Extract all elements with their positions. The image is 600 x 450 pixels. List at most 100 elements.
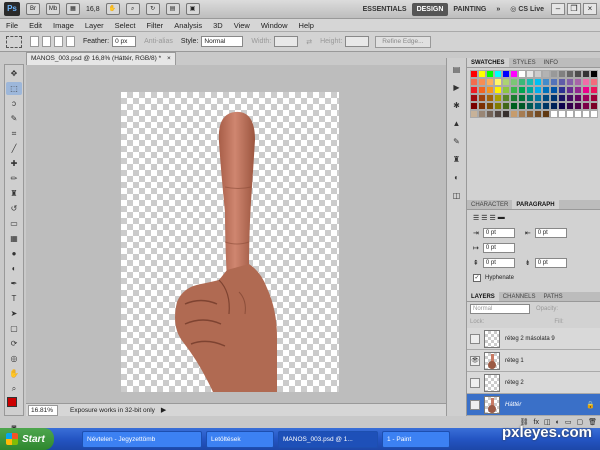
swatch[interactable] — [502, 78, 510, 86]
cs-live-button[interactable]: ◎ CS Live — [505, 2, 549, 16]
swatch[interactable] — [510, 86, 518, 94]
swap-icon[interactable]: ⇄ — [306, 38, 312, 46]
swatch[interactable] — [510, 70, 518, 78]
swatch[interactable] — [550, 110, 558, 118]
height-input[interactable] — [345, 36, 370, 47]
swatch[interactable] — [550, 102, 558, 110]
menu-help[interactable]: Help — [299, 21, 314, 30]
swatch[interactable] — [470, 110, 478, 118]
menu-edit[interactable]: Edit — [29, 21, 42, 30]
swatch[interactable] — [518, 70, 526, 78]
swatch[interactable] — [574, 94, 582, 102]
navigator-panel-icon[interactable]: ✱ — [450, 100, 464, 112]
brushes-panel-icon[interactable]: ✎ — [450, 136, 464, 148]
brush-tool-icon[interactable]: ✏ — [6, 172, 22, 185]
zoom-tool-icon[interactable]: ⌕ — [6, 382, 22, 395]
restore-button[interactable]: ❐ — [567, 3, 581, 15]
swatch[interactable] — [550, 94, 558, 102]
crop-tool-icon[interactable]: ⌗ — [6, 127, 22, 140]
menu-3d[interactable]: 3D — [213, 21, 223, 30]
left-indent-input[interactable]: 0 pt — [482, 227, 515, 238]
swatch[interactable] — [478, 70, 486, 78]
swatch[interactable] — [526, 110, 534, 118]
layer-row[interactable]: réteg 2 — [467, 372, 600, 394]
close-button[interactable]: × — [583, 3, 597, 15]
menu-window[interactable]: Window — [261, 21, 288, 30]
tab-styles[interactable]: STYLES — [509, 58, 540, 67]
swatch[interactable] — [590, 102, 598, 110]
history-panel-icon[interactable]: ▤ — [450, 64, 464, 76]
layer-row[interactable]: 👁 réteg 1 — [467, 350, 600, 372]
tab-layers[interactable]: LAYERS — [467, 292, 499, 301]
adjustments-panel-icon[interactable]: ◐ — [450, 172, 464, 184]
swatch[interactable] — [494, 86, 502, 94]
actions-panel-icon[interactable]: ▶ — [450, 82, 464, 94]
arrange-documents-icon[interactable]: ▤ — [165, 3, 180, 15]
clone-stamp-tool-icon[interactable]: ♜ — [6, 187, 22, 200]
layer-visibility-icon[interactable]: 👁 — [470, 355, 480, 366]
selection-add-icon[interactable] — [42, 36, 51, 47]
document-canvas[interactable] — [121, 92, 339, 392]
quick-select-tool-icon[interactable]: ✎ — [6, 112, 22, 125]
swatch[interactable] — [510, 94, 518, 102]
swatch[interactable] — [518, 94, 526, 102]
swatch[interactable] — [494, 70, 502, 78]
swatch[interactable] — [574, 110, 582, 118]
rotate-view-icon[interactable]: ↻ — [145, 3, 160, 15]
swatch[interactable] — [566, 70, 574, 78]
swatch[interactable] — [566, 102, 574, 110]
antialias-checkbox[interactable]: Anti-alias — [144, 38, 173, 45]
tab-character[interactable]: CHARACTER — [467, 200, 512, 209]
tab-paragraph[interactable]: PARAGRAPH — [512, 200, 559, 209]
minimize-button[interactable]: – — [551, 3, 565, 15]
width-input[interactable] — [274, 36, 299, 47]
swatch[interactable] — [550, 86, 558, 94]
space-before-input[interactable]: 0 pt — [482, 257, 515, 268]
lasso-tool-icon[interactable]: ↄ — [6, 97, 22, 110]
refine-edge-button[interactable]: Refine Edge... — [375, 35, 431, 48]
swatch[interactable] — [486, 94, 494, 102]
swatch[interactable] — [558, 102, 566, 110]
swatch[interactable] — [510, 78, 518, 86]
tab-info[interactable]: INFO — [540, 58, 562, 67]
swatch[interactable] — [582, 102, 590, 110]
swatch[interactable] — [582, 94, 590, 102]
swatch[interactable] — [494, 94, 502, 102]
marquee-preset-icon[interactable] — [6, 35, 22, 48]
swatch[interactable] — [470, 78, 478, 86]
screen-mode-icon[interactable]: ▣ — [185, 3, 200, 15]
swatch[interactable] — [534, 94, 542, 102]
swatch[interactable] — [566, 86, 574, 94]
feather-input[interactable]: 0 px — [112, 36, 137, 47]
zoom-level-dropdown[interactable]: 16,8 — [86, 6, 100, 13]
swatch[interactable] — [502, 86, 510, 94]
swatch[interactable] — [566, 110, 574, 118]
task-notepad[interactable]: Névtelen - Jegyzettömb — [82, 430, 202, 448]
swatch[interactable] — [486, 102, 494, 110]
swatch[interactable] — [582, 110, 590, 118]
workspace-painting[interactable]: PAINTING — [448, 3, 491, 16]
swatch[interactable] — [478, 110, 486, 118]
swatch[interactable] — [494, 110, 502, 118]
task-photoshop[interactable]: MANOS_003.psd @ 1... — [278, 430, 378, 448]
swatch[interactable] — [590, 78, 598, 86]
swatch[interactable] — [542, 94, 550, 102]
document-tab[interactable]: MANOS_003.psd @ 16,8% (Háttér, RGB/8) * … — [26, 52, 176, 65]
swatch[interactable] — [542, 78, 550, 86]
menu-filter[interactable]: Filter — [147, 21, 164, 30]
dodge-tool-icon[interactable]: ◐ — [6, 262, 22, 275]
swatch[interactable] — [558, 110, 566, 118]
zoom-icon[interactable]: ⌕ — [125, 3, 140, 15]
eraser-tool-icon[interactable]: ▭ — [6, 217, 22, 230]
swatch[interactable] — [502, 110, 510, 118]
swatch[interactable] — [558, 94, 566, 102]
swatch[interactable] — [590, 86, 598, 94]
hand-tool-icon[interactable]: ✋ — [6, 367, 22, 380]
selection-intersect-icon[interactable] — [66, 36, 75, 47]
swatch[interactable] — [558, 86, 566, 94]
menu-layer[interactable]: Layer — [85, 21, 104, 30]
more-workspaces-button[interactable]: » — [491, 3, 505, 16]
align-right-icon[interactable]: ☰ — [489, 214, 495, 222]
swatch[interactable] — [542, 70, 550, 78]
swatch[interactable] — [574, 86, 582, 94]
